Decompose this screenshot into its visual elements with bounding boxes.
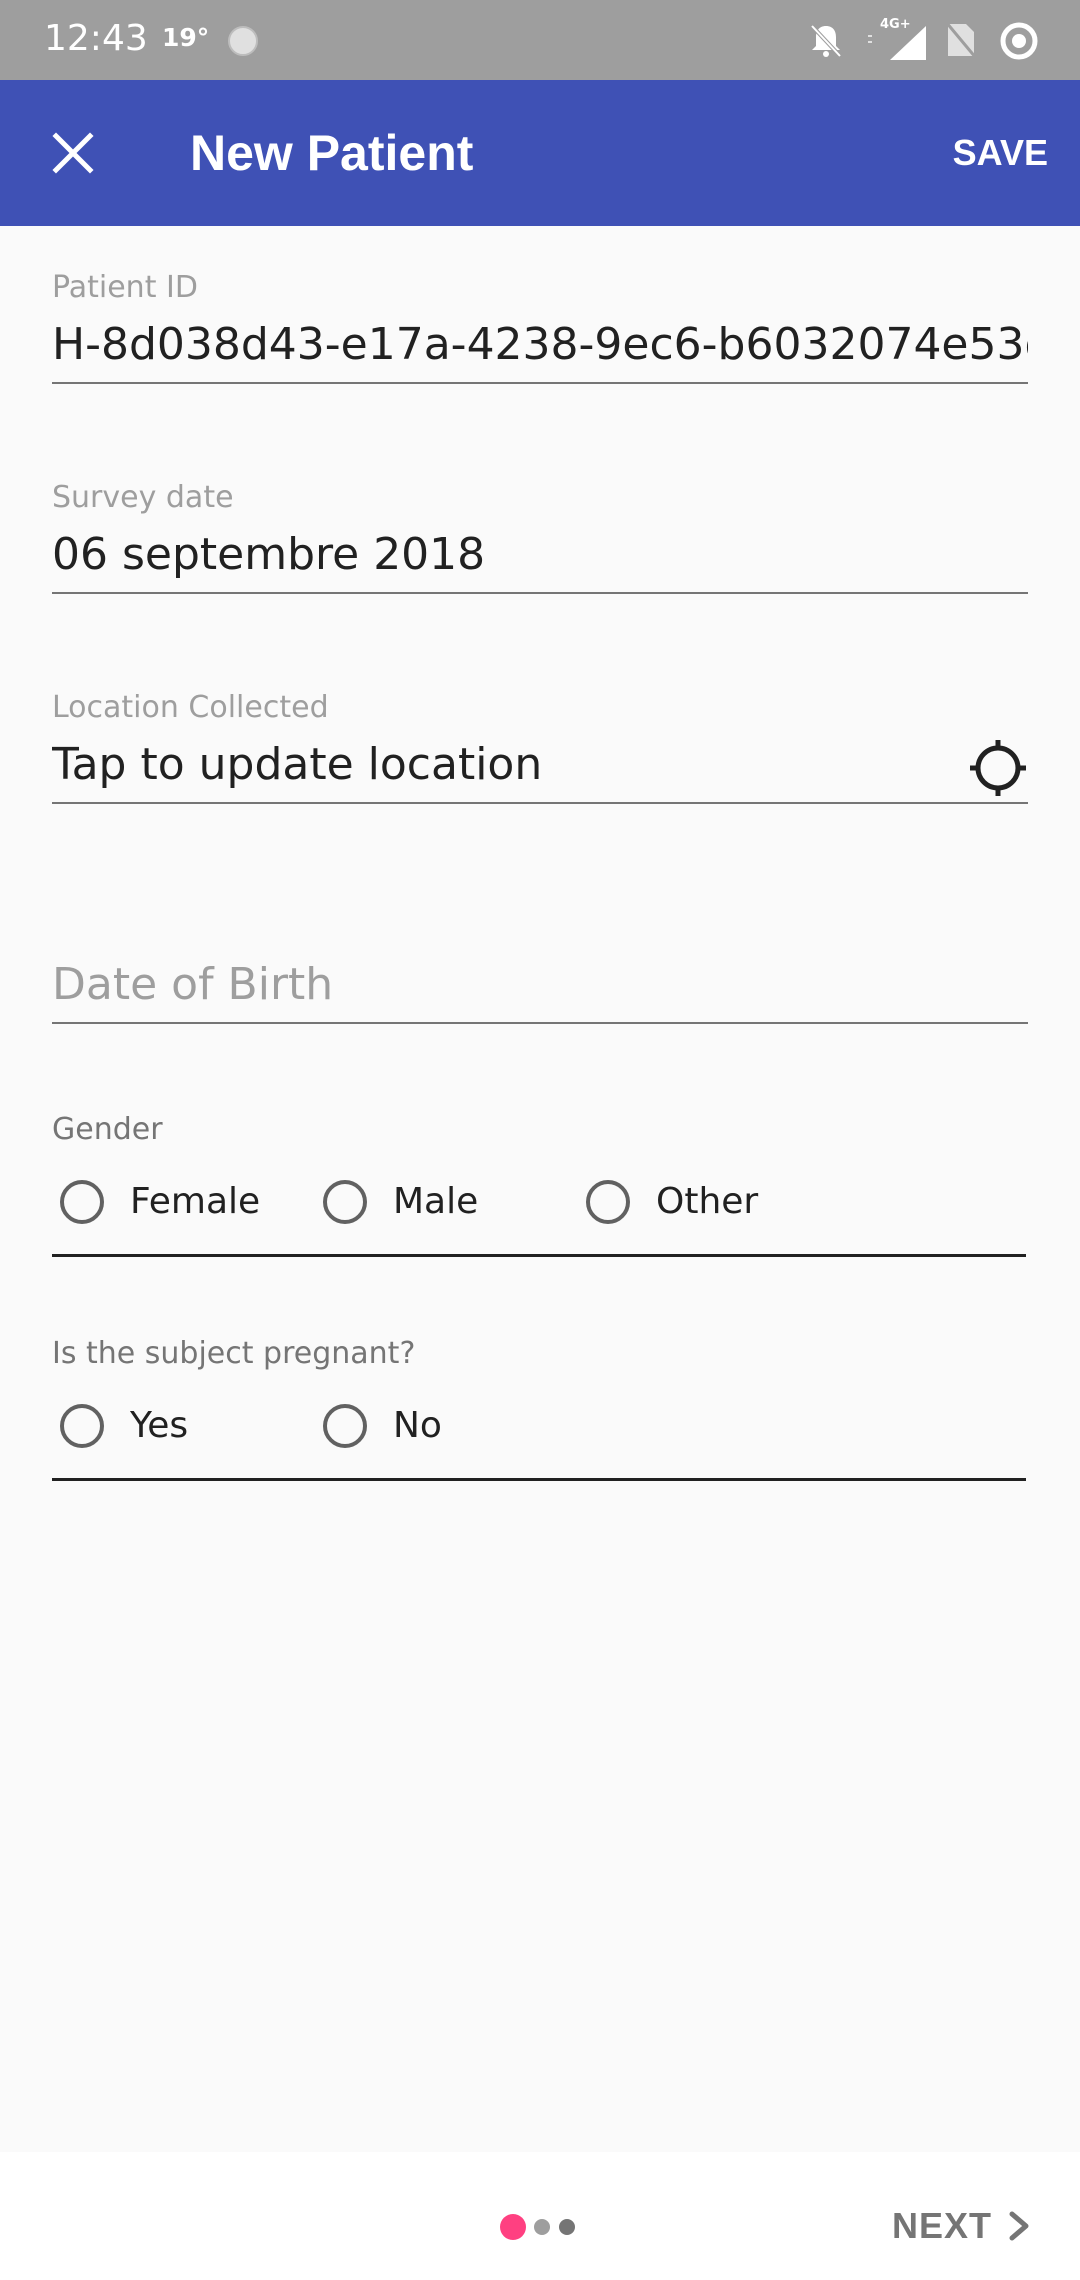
- radio-button[interactable]: [60, 1180, 104, 1224]
- status-temperature: 19°: [162, 23, 210, 52]
- gender-label: Gender: [52, 1112, 163, 1147]
- radio-button[interactable]: [323, 1180, 367, 1224]
- radio-label: Female: [130, 1181, 261, 1222]
- page-indicator-dot-active: [500, 2214, 526, 2240]
- pregnant-radio-row: Yes No: [52, 1374, 1026, 1481]
- location-value: Tap to update location: [52, 739, 543, 790]
- radio-button[interactable]: [586, 1180, 630, 1224]
- chevron-right-icon: [1009, 2211, 1029, 2241]
- patient-id-field[interactable]: Patient ID H-8d038d43-e17a-4238-9ec6-b60…: [52, 268, 1028, 384]
- next-label: NEXT: [891, 2205, 992, 2246]
- gender-group: Gender Female Male Other: [52, 1110, 1026, 1257]
- survey-date-field[interactable]: Survey date 06 septembre 2018: [52, 478, 1028, 594]
- data-saver-icon: [1000, 22, 1038, 60]
- status-bar: 12:43 19° 4G+: [0, 0, 1080, 80]
- page-indicator-dot: [559, 2219, 575, 2235]
- radio-label: Yes: [130, 1405, 189, 1446]
- location-label: Location Collected: [52, 690, 329, 725]
- patient-id-label: Patient ID: [52, 270, 198, 305]
- save-button[interactable]: SAVE: [953, 128, 1048, 178]
- cellular-signal-icon: 4G+: [868, 17, 926, 60]
- network-type-label: 4G+: [880, 17, 911, 32]
- pregnant-group: Is the subject pregnant? Yes No: [52, 1334, 1026, 1481]
- page-title: New Patient: [190, 125, 474, 181]
- date-of-birth-field[interactable]: Date of Birth: [52, 948, 1028, 1024]
- location-input[interactable]: Tap to update location: [52, 728, 1028, 804]
- gender-radio-row: Female Male Other: [52, 1150, 1026, 1257]
- app-bar: New Patient SAVE: [0, 80, 1080, 226]
- page-indicator-dot: [534, 2219, 550, 2235]
- radio-label: Other: [656, 1181, 759, 1222]
- radio-button[interactable]: [60, 1404, 104, 1448]
- gps-crosshair-icon[interactable]: [968, 738, 1028, 798]
- no-sim-icon: [944, 21, 978, 59]
- status-time: 12:43: [44, 18, 148, 59]
- radio-button[interactable]: [323, 1404, 367, 1448]
- weather-icon: [228, 26, 258, 56]
- location-field[interactable]: Location Collected Tap to update locatio…: [52, 688, 1028, 804]
- date-of-birth-input[interactable]: Date of Birth: [52, 948, 1028, 1024]
- close-icon[interactable]: [40, 120, 106, 186]
- next-button[interactable]: NEXT: [892, 2196, 1040, 2256]
- patient-id-input[interactable]: H-8d038d43-e17a-4238-9ec6-b6032074e53d: [52, 308, 1028, 384]
- bottom-navigation: NEXT: [0, 2152, 1080, 2280]
- survey-date-label: Survey date: [52, 480, 234, 515]
- notifications-off-icon: [810, 24, 842, 58]
- radio-label: Male: [393, 1181, 479, 1222]
- radio-label: No: [393, 1405, 442, 1446]
- survey-date-input[interactable]: 06 septembre 2018: [52, 518, 1028, 594]
- pregnant-label: Is the subject pregnant?: [52, 1336, 416, 1371]
